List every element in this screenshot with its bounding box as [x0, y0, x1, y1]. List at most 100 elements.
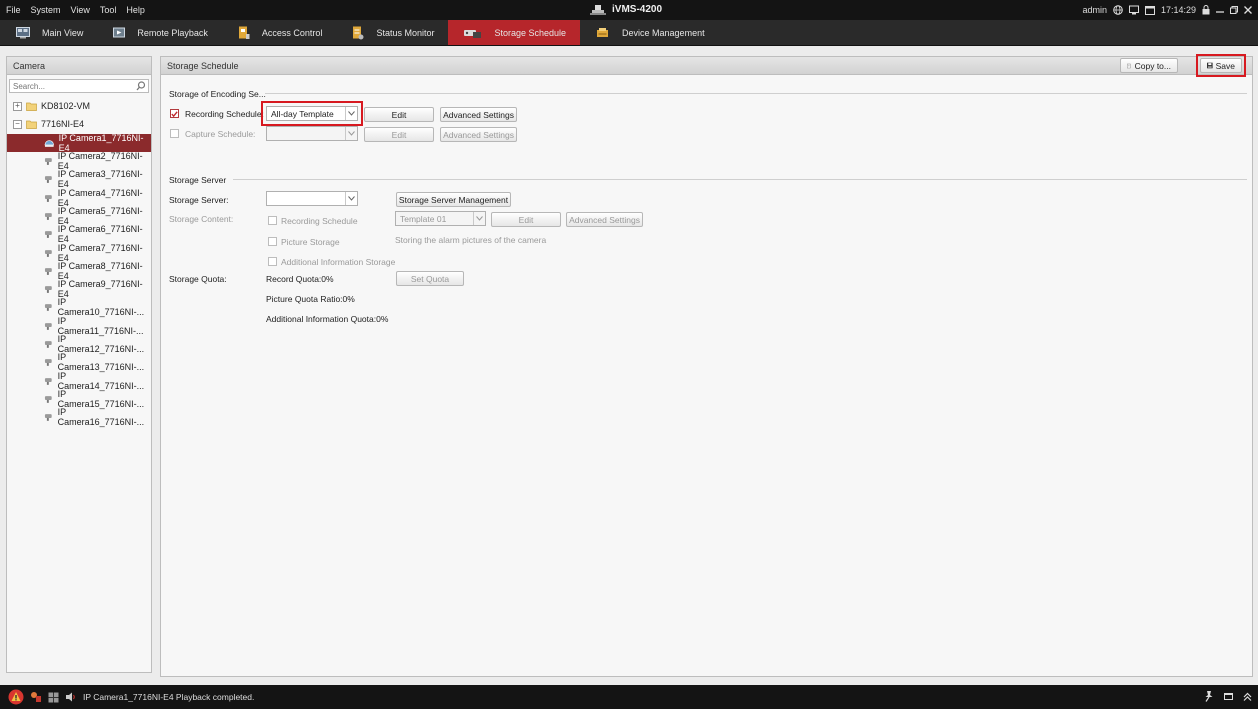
status-bar: IP Camera1_7716NI-E4 Playback completed. — [0, 685, 1258, 709]
server-recording-schedule-checkbox[interactable] — [268, 216, 277, 225]
folder-icon — [26, 120, 37, 129]
globe-icon[interactable] — [1113, 5, 1123, 15]
camera-panel: Camera + KD8102-VM − 7716NI-E4 IP Camera… — [6, 56, 152, 673]
capture-advanced-settings-button[interactable]: Advanced Settings — [440, 127, 517, 142]
camera-icon — [44, 304, 52, 312]
recording-edit-button[interactable]: Edit — [364, 107, 434, 122]
recording-schedule-checkbox[interactable] — [170, 109, 179, 118]
tab-access-control[interactable]: Access Control — [222, 20, 337, 45]
restore-icon[interactable] — [1230, 6, 1238, 14]
tab-storage-schedule[interactable]: Storage Schedule — [448, 20, 581, 45]
monitor-icon — [16, 26, 30, 38]
encoding-divider — [265, 93, 1247, 94]
display-icon[interactable] — [1128, 5, 1139, 15]
window-icon[interactable] — [1224, 692, 1233, 701]
chevron-down-icon — [473, 212, 485, 225]
dome-camera-icon — [44, 140, 54, 147]
status-icons: IP Camera1_7716NI-E4 Playback completed. — [0, 689, 260, 705]
menu-tool[interactable]: Tool — [100, 5, 117, 15]
lock-icon[interactable] — [1202, 5, 1210, 15]
tab-device-management[interactable]: Device Management — [580, 20, 719, 45]
camera-item[interactable]: IP Camera14_7716NI-... — [7, 371, 151, 391]
device-management-icon — [597, 27, 609, 37]
storage-schedule-panel: Storage Schedule Copy to... Save Storage… — [160, 54, 1253, 677]
camera-icon — [44, 377, 52, 385]
capture-template-select[interactable] — [266, 126, 358, 141]
menu-file[interactable]: File — [6, 5, 21, 15]
picture-quota-value: Picture Quota Ratio:0% — [266, 294, 355, 304]
tab-remote-playback[interactable]: Remote Playback — [97, 20, 222, 45]
camera-item[interactable]: IP Camera11_7716NI-... — [7, 316, 151, 336]
server-advanced-settings-button[interactable]: Advanced Settings — [566, 212, 643, 227]
page-title: Storage Schedule — [167, 60, 239, 71]
camera-search-input[interactable] — [10, 80, 130, 92]
camera-item[interactable]: IP Camera6_7716NI-E4 — [7, 224, 151, 244]
encoding-section-title: Storage of Encoding Se... — [169, 89, 266, 99]
search-icon[interactable] — [136, 81, 146, 91]
camera-item[interactable]: IP Camera1_7716NI-E4 — [7, 133, 151, 153]
storage-schedule-icon — [464, 29, 482, 38]
capture-edit-button[interactable]: Edit — [364, 127, 434, 142]
storage-server-management-button[interactable]: Storage Server Management — [396, 192, 511, 207]
user-name: admin — [1082, 5, 1107, 15]
recording-schedule-label: Recording Schedule: — [185, 109, 264, 119]
camera-icon — [44, 396, 52, 403]
playback-icon — [113, 27, 126, 37]
camera-item[interactable]: IP Camera13_7716NI-... — [7, 352, 151, 372]
camera-item[interactable]: IP Camera5_7716NI-E4 — [7, 206, 151, 226]
camera-item[interactable]: IP Camera15_7716NI-... — [7, 389, 151, 409]
camera-item[interactable]: IP Camera7_7716NI-E4 — [7, 243, 151, 263]
camera-item[interactable]: IP Camera4_7716NI-E4 — [7, 188, 151, 208]
storage-server-select[interactable] — [266, 191, 358, 206]
save-button[interactable]: Save — [1200, 58, 1242, 73]
close-icon[interactable] — [1244, 6, 1252, 14]
storage-server-section-title: Storage Server — [169, 175, 227, 185]
server-edit-button[interactable]: Edit — [491, 212, 561, 227]
menu-view[interactable]: View — [71, 5, 90, 15]
minimize-icon[interactable] — [1216, 6, 1224, 14]
recording-advanced-settings-button[interactable]: Advanced Settings — [440, 107, 517, 122]
picture-storage-checkbox[interactable] — [268, 237, 277, 246]
alarm-warning-icon[interactable] — [8, 689, 24, 705]
module-tab-bar: Main View Remote Playback Access Control… — [0, 20, 1258, 46]
collapse-minus-icon[interactable]: − — [13, 119, 22, 129]
pin-icon[interactable] — [1204, 690, 1214, 702]
menu-help[interactable]: Help — [126, 5, 145, 15]
expand-plus-icon[interactable]: + — [13, 101, 22, 111]
camera-item[interactable]: IP Camera2_7716NI-E4 — [7, 151, 151, 171]
camera-icon — [44, 322, 52, 330]
server-template-select[interactable]: Template 01 — [395, 211, 486, 226]
camera-icon — [44, 286, 52, 294]
additional-info-storage-checkbox[interactable] — [268, 257, 277, 266]
camera-panel-header: Camera — [7, 57, 151, 75]
capture-schedule-checkbox[interactable] — [170, 129, 179, 138]
grid-view-icon[interactable] — [48, 692, 59, 703]
app-title-text: iVMS-4200 — [612, 3, 663, 15]
camera-tree: + KD8102-VM − 7716NI-E4 IP Camera1_7716N… — [7, 97, 151, 427]
audio-icon[interactable] — [65, 692, 77, 702]
collapse-up-icon[interactable] — [1243, 692, 1252, 701]
recording-template-select[interactable]: All-day Template — [266, 106, 358, 121]
calendar-icon[interactable] — [1144, 5, 1155, 15]
additional-quota-value: Additional Information Quota:0% — [266, 314, 389, 324]
camera-icon — [44, 267, 52, 275]
camera-panel-title: Camera — [13, 60, 46, 71]
camera-item[interactable]: IP Camera16_7716NI-... — [7, 407, 151, 427]
set-quota-button[interactable]: Set Quota — [396, 271, 464, 286]
camera-item[interactable]: IP Camera8_7716NI-E4 — [7, 261, 151, 281]
copy-to-button[interactable]: Copy to... — [1120, 58, 1178, 73]
tab-main-view[interactable]: Main View — [0, 20, 97, 45]
camera-item[interactable]: IP Camera10_7716NI-... — [7, 297, 151, 317]
camera-item[interactable]: IP Camera9_7716NI-E4 — [7, 279, 151, 299]
camera-icon — [44, 341, 52, 348]
tab-status-monitor[interactable]: Status Monitor — [336, 20, 448, 45]
camera-icon — [44, 194, 52, 202]
clock-time: 17:14:29 — [1160, 5, 1196, 15]
camera-item[interactable]: IP Camera3_7716NI-E4 — [7, 169, 151, 189]
tree-group-kd8102[interactable]: + KD8102-VM — [7, 97, 151, 115]
menu-bar: File System View Tool Help iVMS-4200 adm… — [0, 0, 1258, 20]
tree-group-7716ni[interactable]: − 7716NI-E4 — [7, 115, 151, 133]
camera-item[interactable]: IP Camera12_7716NI-... — [7, 334, 151, 354]
menu-system[interactable]: System — [31, 5, 61, 15]
alarm-event-icon[interactable] — [30, 691, 42, 703]
